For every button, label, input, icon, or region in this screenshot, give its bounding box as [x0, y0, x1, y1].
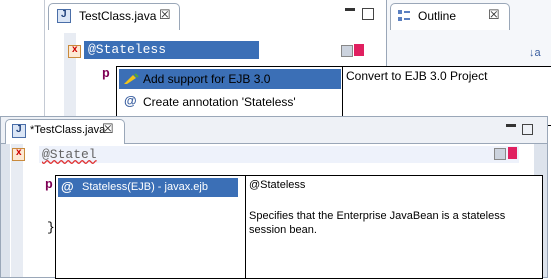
minimize-icon[interactable]: ▬ [345, 3, 355, 14]
close-icon[interactable]: ☒ [159, 7, 171, 23]
scroll-up-icon[interactable] [494, 148, 506, 160]
java-file-icon [57, 9, 71, 23]
left-ruler [1, 144, 10, 277]
annotation-icon: @ [124, 93, 137, 108]
outline-icon [397, 9, 411, 23]
back-window: TestClass.java ☒ ▬ Outline ☒ ↓a @Statele… [44, 0, 551, 126]
tab-testclass-front[interactable]: *TestClass.java ☒ [5, 119, 125, 144]
code-annotation-line: @Stateless [84, 41, 259, 59]
overview-icon [354, 44, 364, 56]
tab-title: *TestClass.java [30, 124, 106, 136]
sort-icon[interactable]: ↓a [529, 47, 541, 59]
close-icon[interactable]: ☒ [488, 7, 500, 23]
tab-outline[interactable]: Outline ☒ [390, 3, 510, 30]
tab-testclass-back[interactable]: TestClass.java ☒ [48, 3, 180, 30]
content-assist-popup: @ Stateless(EJB) - javax.ejb [55, 175, 247, 279]
error-icon [12, 147, 25, 161]
front-window: *TestClass.java ☒ ▬ @Statel p } @ Statel… [0, 116, 548, 279]
maximize-icon[interactable] [362, 8, 374, 20]
javadoc-popup: @Stateless Specifies that the Enterprise… [245, 175, 543, 279]
overview-icon [508, 147, 517, 159]
close-icon[interactable]: ☒ [102, 121, 114, 137]
java-file-icon [12, 124, 26, 138]
scroll-up-icon[interactable] [341, 45, 353, 57]
javadoc-heading: @Stateless [249, 179, 306, 191]
minimize-icon[interactable]: ▬ [506, 119, 516, 130]
line-ruler [11, 144, 23, 277]
content-assist-item[interactable]: @ Stateless(EJB) - javax.ejb [58, 178, 238, 197]
tab-title: TestClass.java [79, 9, 157, 23]
code-annotation-line: @Statel [39, 146, 519, 163]
tab-title: Outline [418, 9, 457, 23]
maximize-icon[interactable] [522, 124, 533, 135]
error-icon [68, 44, 81, 58]
annotation-icon: @ [61, 179, 74, 194]
quickfix-icon [123, 73, 139, 85]
javadoc-body: Specifies that the Enterprise JavaBean i… [249, 210, 506, 236]
quick-fix-item[interactable]: @ Create annotation 'Stateless' [119, 91, 341, 111]
quick-fix-item[interactable]: Add support for EJB 3.0 [119, 69, 341, 89]
